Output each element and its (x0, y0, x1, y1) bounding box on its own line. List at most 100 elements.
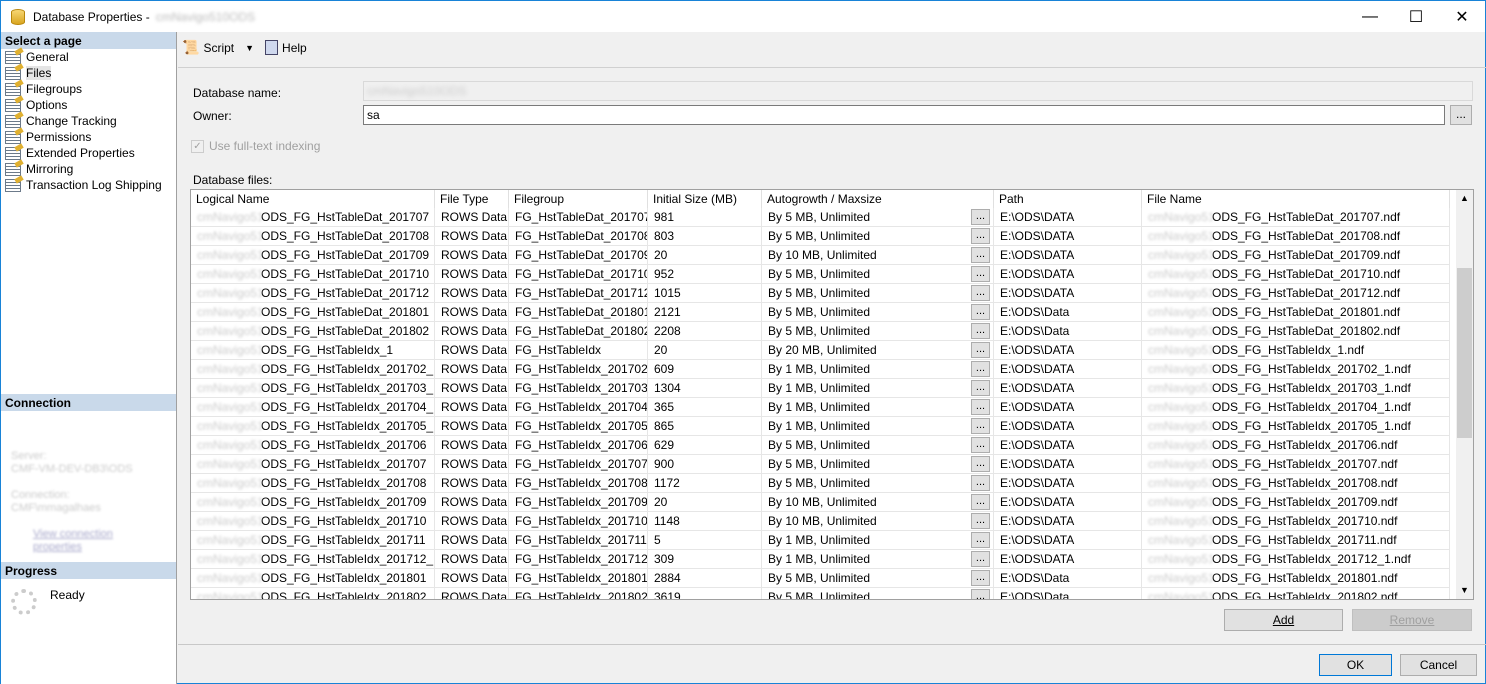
table-cell[interactable]: FG_HstTableIdx_201703 (509, 379, 648, 398)
table-cell[interactable]: By 5 MB, Unlimited... (762, 588, 994, 599)
table-cell[interactable]: ROWS Data (435, 303, 509, 322)
table-row[interactable]: cmNavigo51ODS_FG_HstTableDat_201712 ROWS … (191, 284, 1450, 303)
table-cell[interactable]: ROWS Data (435, 436, 509, 455)
autogrowth-browse-button[interactable]: ... (971, 532, 990, 548)
autogrowth-browse-button[interactable]: ... (971, 209, 990, 225)
sidebar-item-transaction-log-shipping[interactable]: Transaction Log Shipping (1, 177, 176, 193)
script-button[interactable]: 📜 Script (179, 37, 237, 58)
autogrowth-browse-button[interactable]: ... (971, 247, 990, 263)
table-cell[interactable]: ROWS Data (435, 455, 509, 474)
table-cell[interactable]: ROWS Data (435, 284, 509, 303)
table-cell[interactable]: cmNavigo51ODS_FG_HstTableIdx_201706 (191, 436, 435, 455)
table-row[interactable]: cmNavigo51ODS_FG_HstTableDat_201801 ROWS … (191, 303, 1450, 322)
table-cell[interactable]: E:\ODS\DATA (994, 398, 1142, 417)
table-cell[interactable]: cmNavigo51ODS_FG_HstTableIdx_201709.ndf (1142, 493, 1450, 512)
table-cell[interactable]: cmNavigo51ODS_FG_HstTableIdx_201801 (191, 569, 435, 588)
table-cell[interactable]: 865 (648, 417, 762, 436)
table-cell[interactable]: By 5 MB, Unlimited... (762, 569, 994, 588)
table-cell[interactable]: E:\ODS\Data (994, 588, 1142, 599)
table-cell[interactable]: ROWS Data (435, 474, 509, 493)
table-row[interactable]: cmNavigo51ODS_FG_HstTableIdx_201801 ROWS … (191, 569, 1450, 588)
table-cell[interactable]: FG_HstTableIdx_201802 (509, 588, 648, 599)
column-header[interactable]: Initial Size (MB) (648, 190, 762, 209)
table-row[interactable]: cmNavigo51ODS_FG_HstTableDat_201802 ROWS … (191, 322, 1450, 341)
table-cell[interactable]: cmNavigo51ODS_FG_HstTableIdx_201712_1 (191, 550, 435, 569)
table-cell[interactable]: cmNavigo51ODS_FG_HstTableIdx_201707.ndf (1142, 455, 1450, 474)
table-row[interactable]: cmNavigo51ODS_FG_HstTableIdx_201710 ROWS … (191, 512, 1450, 531)
table-row[interactable]: cmNavigo51ODS_FG_HstTableIdx_201706 ROWS … (191, 436, 1450, 455)
table-cell[interactable]: By 1 MB, Unlimited... (762, 550, 994, 569)
sidebar-item-change-tracking[interactable]: Change Tracking (1, 113, 176, 129)
table-cell[interactable]: E:\ODS\DATA (994, 455, 1142, 474)
table-cell[interactable]: cmNavigo51ODS_FG_HstTableDat_201710 (191, 265, 435, 284)
table-cell[interactable]: FG_HstTableDat_201709 (509, 246, 648, 265)
table-cell[interactable]: FG_HstTableIdx_201710 (509, 512, 648, 531)
table-cell[interactable]: 20 (648, 246, 762, 265)
autogrowth-browse-button[interactable]: ... (971, 228, 990, 244)
table-row[interactable]: cmNavigo51ODS_FG_HstTableIdx_201702_1 ROW… (191, 360, 1450, 379)
table-cell[interactable]: cmNavigo51ODS_FG_HstTableIdx_201711 (191, 531, 435, 550)
add-button[interactable]: Add (1224, 609, 1343, 631)
table-cell[interactable]: cmNavigo51ODS_FG_HstTableIdx_201703_1.nd… (1142, 379, 1450, 398)
table-cell[interactable]: FG_HstTableIdx_201801 (509, 569, 648, 588)
grid-vertical-scrollbar[interactable]: ▲ ▼ (1456, 190, 1473, 599)
scrollbar-thumb[interactable] (1457, 268, 1472, 438)
table-cell[interactable]: FG_HstTableIdx_201712 (509, 550, 648, 569)
table-cell[interactable]: FG_HstTableDat_201707 (509, 208, 648, 227)
table-cell[interactable]: By 10 MB, Unlimited... (762, 493, 994, 512)
table-cell[interactable]: ROWS Data (435, 246, 509, 265)
table-cell[interactable]: ROWS Data (435, 360, 509, 379)
autogrowth-browse-button[interactable]: ... (971, 437, 990, 453)
autogrowth-browse-button[interactable]: ... (971, 456, 990, 472)
table-cell[interactable]: E:\ODS\DATA (994, 379, 1142, 398)
table-row[interactable]: cmNavigo51ODS_FG_HstTableIdx_201704_1 ROW… (191, 398, 1450, 417)
table-cell[interactable]: cmNavigo51ODS_FG_HstTableDat_201707.ndf (1142, 208, 1450, 227)
table-cell[interactable]: E:\ODS\DATA (994, 474, 1142, 493)
scroll-down-icon[interactable]: ▼ (1456, 582, 1473, 599)
table-cell[interactable]: By 1 MB, Unlimited... (762, 379, 994, 398)
table-cell[interactable]: By 1 MB, Unlimited... (762, 531, 994, 550)
table-cell[interactable]: FG_HstTableIdx_201705 (509, 417, 648, 436)
table-cell[interactable]: ROWS Data (435, 417, 509, 436)
table-cell[interactable]: 1015 (648, 284, 762, 303)
table-row[interactable]: cmNavigo51ODS_FG_HstTableIdx_201708 ROWS … (191, 474, 1450, 493)
table-cell[interactable]: 609 (648, 360, 762, 379)
table-cell[interactable]: ROWS Data (435, 569, 509, 588)
column-header[interactable]: Autogrowth / Maxsize (762, 190, 994, 209)
table-cell[interactable]: By 5 MB, Unlimited... (762, 474, 994, 493)
table-cell[interactable]: ROWS Data (435, 398, 509, 417)
table-cell[interactable]: cmNavigo51ODS_FG_HstTableDat_201801 (191, 303, 435, 322)
table-cell[interactable]: cmNavigo51ODS_FG_HstTableIdx_201708 (191, 474, 435, 493)
table-cell[interactable]: cmNavigo51ODS_FG_HstTableIdx_201802 (191, 588, 435, 599)
table-cell[interactable]: 952 (648, 265, 762, 284)
table-cell[interactable]: cmNavigo51ODS_FG_HstTableIdx_201711.ndf (1142, 531, 1450, 550)
table-cell[interactable]: E:\ODS\DATA (994, 512, 1142, 531)
table-cell[interactable]: E:\ODS\Data (994, 569, 1142, 588)
table-row[interactable]: cmNavigo51ODS_FG_HstTableIdx_201709 ROWS … (191, 493, 1450, 512)
table-cell[interactable]: E:\ODS\DATA (994, 265, 1142, 284)
autogrowth-browse-button[interactable]: ... (971, 475, 990, 491)
table-cell[interactable]: cmNavigo51ODS_FG_HstTableDat_201707 (191, 208, 435, 227)
autogrowth-browse-button[interactable]: ... (971, 494, 990, 510)
autogrowth-browse-button[interactable]: ... (971, 589, 990, 599)
table-cell[interactable]: cmNavigo51ODS_FG_HstTableIdx_201706.ndf (1142, 436, 1450, 455)
table-cell[interactable]: ROWS Data (435, 512, 509, 531)
autogrowth-browse-button[interactable]: ... (971, 418, 990, 434)
table-cell[interactable]: FG_HstTableIdx_201706 (509, 436, 648, 455)
table-cell[interactable]: By 5 MB, Unlimited... (762, 322, 994, 341)
table-cell[interactable]: 1304 (648, 379, 762, 398)
sidebar-item-files[interactable]: Files (1, 65, 176, 81)
table-cell[interactable]: ROWS Data (435, 208, 509, 227)
sidebar-item-options[interactable]: Options (1, 97, 176, 113)
table-row[interactable]: cmNavigo51ODS_FG_HstTableIdx_201705_1 ROW… (191, 417, 1450, 436)
autogrowth-browse-button[interactable]: ... (971, 323, 990, 339)
table-cell[interactable]: E:\ODS\DATA (994, 550, 1142, 569)
table-cell[interactable]: 981 (648, 208, 762, 227)
table-cell[interactable]: By 5 MB, Unlimited... (762, 455, 994, 474)
table-row[interactable]: cmNavigo51ODS_FG_HstTableIdx_201707 ROWS … (191, 455, 1450, 474)
table-cell[interactable]: cmNavigo51ODS_FG_HstTableIdx_201705_1.nd… (1142, 417, 1450, 436)
table-cell[interactable]: By 20 MB, Unlimited... (762, 341, 994, 360)
column-header[interactable]: Filegroup (509, 190, 648, 209)
table-row[interactable]: cmNavigo51ODS_FG_HstTableDat_201707 ROWS … (191, 208, 1450, 227)
table-cell[interactable]: cmNavigo51ODS_FG_HstTableIdx_201707 (191, 455, 435, 474)
